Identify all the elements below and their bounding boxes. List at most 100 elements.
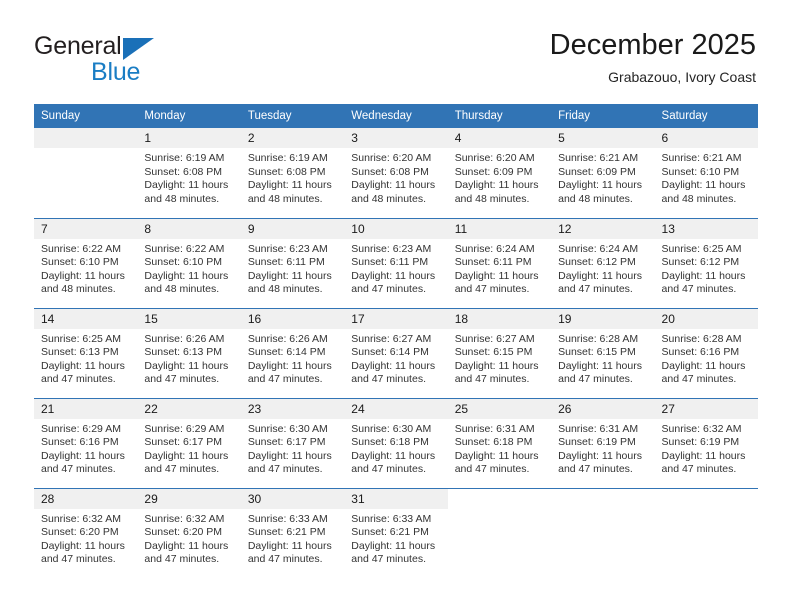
sunset-text: Sunset: 6:19 PM bbox=[661, 436, 740, 449]
sunset-text: Sunset: 6:13 PM bbox=[41, 346, 119, 359]
calendar-day-cell bbox=[447, 487, 552, 578]
page-subtitle: Grabazouo, Ivory Coast bbox=[608, 69, 756, 85]
calendar-day-cell[interactable]: 23 Sunrise: 6:30 AM Sunset: 6:17 PM Dayligh… bbox=[240, 397, 345, 488]
daylight-text: Daylight: 11 hours and 47 minutes. bbox=[144, 449, 229, 476]
day-details: Sunrise: 6:27 AM Sunset: 6:15 PM Daylight:… bbox=[448, 329, 551, 387]
daylight-text: Daylight: 11 hours and 47 minutes. bbox=[247, 539, 332, 566]
calendar-day-cell[interactable]: 27 Sunrise: 6:32 AM Sunset: 6:19 PM Dayligh… bbox=[654, 397, 758, 488]
sunset-text: Sunset: 6:15 PM bbox=[454, 346, 533, 359]
calendar-day-cell[interactable]: 15 Sunrise: 6:26 AM Sunset: 6:13 PM Dayligh… bbox=[137, 307, 241, 398]
sunrise-text: Sunrise: 6:22 AM bbox=[144, 242, 225, 255]
calendar-day-cell[interactable]: 25 Sunrise: 6:31 AM Sunset: 6:18 PM Dayligh… bbox=[447, 397, 552, 488]
sunset-text: Sunset: 6:14 PM bbox=[247, 346, 326, 359]
calendar-day-cell[interactable]: 12 Sunrise: 6:24 AM Sunset: 6:12 PM Dayligh… bbox=[551, 217, 655, 308]
calendar-day-cell bbox=[551, 487, 655, 578]
sunrise-text: Sunrise: 6:19 AM bbox=[144, 152, 225, 164]
day-number: 14 bbox=[34, 308, 138, 329]
day-details: Sunrise: 6:19 AM Sunset: 6:08 PM Daylight:… bbox=[137, 148, 240, 206]
daylight-text: Daylight: 11 hours and 47 minutes. bbox=[454, 449, 539, 476]
day-number: 28 bbox=[34, 488, 138, 509]
daylight-text: Daylight: 11 hours and 47 minutes. bbox=[351, 269, 436, 296]
calendar-day-cell[interactable]: 5 Sunrise: 6:21 AM Sunset: 6:09 PM Daylight… bbox=[551, 128, 655, 218]
calendar-grid: Sunday Monday Tuesday Wednesday Thursday… bbox=[34, 104, 758, 578]
day-number: 13 bbox=[654, 218, 758, 239]
day-number: 10 bbox=[344, 218, 448, 239]
day-number: 12 bbox=[551, 218, 655, 239]
sunrise-text: Sunrise: 6:22 AM bbox=[41, 242, 121, 255]
day-number: 17 bbox=[344, 308, 448, 329]
calendar-day-cell[interactable]: 28 Sunrise: 6:32 AM Sunset: 6:20 PM Dayligh… bbox=[34, 487, 138, 578]
calendar-day-cell[interactable]: 8 Sunrise: 6:22 AM Sunset: 6:10 PM Daylight… bbox=[137, 217, 241, 308]
daylight-text: Daylight: 11 hours and 47 minutes. bbox=[247, 359, 332, 386]
day-details: Sunrise: 6:22 AM Sunset: 6:10 PM Daylight:… bbox=[137, 239, 240, 297]
sunset-text: Sunset: 6:11 PM bbox=[454, 256, 532, 269]
calendar-day-cell[interactable]: 4 Sunrise: 6:20 AM Sunset: 6:09 PM Daylight… bbox=[447, 128, 552, 218]
day-details: Sunrise: 6:24 AM Sunset: 6:12 PM Daylight:… bbox=[551, 239, 654, 297]
calendar-day-cell[interactable]: 2 Sunrise: 6:19 AM Sunset: 6:08 PM Daylight… bbox=[240, 128, 345, 218]
sunrise-text: Sunrise: 6:27 AM bbox=[454, 332, 535, 345]
calendar-day-cell[interactable]: 29 Sunrise: 6:32 AM Sunset: 6:20 PM Dayligh… bbox=[137, 487, 241, 578]
weekday-header-tuesday: Tuesday bbox=[240, 104, 345, 128]
day-details: Sunrise: 6:29 AM Sunset: 6:17 PM Daylight:… bbox=[137, 419, 240, 477]
calendar-day-cell[interactable]: 14 Sunrise: 6:25 AM Sunset: 6:13 PM Dayligh… bbox=[34, 307, 138, 398]
calendar-day-cell[interactable]: 24 Sunrise: 6:30 AM Sunset: 6:18 PM Dayligh… bbox=[344, 397, 448, 488]
calendar-day-cell[interactable]: 3 Sunrise: 6:20 AM Sunset: 6:08 PM Daylight… bbox=[344, 128, 448, 218]
brand-logo[interactable]: General Blue bbox=[34, 32, 234, 88]
day-number: 24 bbox=[344, 398, 448, 419]
sunset-text: Sunset: 6:11 PM bbox=[247, 256, 325, 269]
day-details: Sunrise: 6:27 AM Sunset: 6:14 PM Daylight:… bbox=[344, 329, 447, 387]
calendar-week-row: 14 Sunrise: 6:25 AM Sunset: 6:13 PM Dayligh… bbox=[34, 307, 758, 398]
calendar-day-cell[interactable]: 1 Sunrise: 6:19 AM Sunset: 6:08 PM Daylight… bbox=[137, 128, 241, 218]
sunrise-text: Sunrise: 6:29 AM bbox=[41, 422, 121, 435]
calendar-day-cell[interactable]: 30 Sunrise: 6:33 AM Sunset: 6:21 PM Dayligh… bbox=[240, 487, 345, 578]
sunrise-text: Sunrise: 6:33 AM bbox=[351, 512, 432, 525]
calendar-day-cell[interactable]: 9 Sunrise: 6:23 AM Sunset: 6:11 PM Daylight… bbox=[240, 217, 345, 308]
calendar-body: 1 Sunrise: 6:19 AM Sunset: 6:08 PM Daylight… bbox=[34, 128, 758, 578]
sunset-text: Sunset: 6:18 PM bbox=[351, 436, 429, 449]
calendar-day-cell[interactable]: 22 Sunrise: 6:29 AM Sunset: 6:17 PM Dayligh… bbox=[137, 397, 241, 488]
calendar-day-cell[interactable]: 16 Sunrise: 6:26 AM Sunset: 6:14 PM Dayligh… bbox=[240, 307, 345, 398]
weekday-header-thursday: Thursday bbox=[447, 104, 552, 128]
calendar-day-cell[interactable]: 6 Sunrise: 6:21 AM Sunset: 6:10 PM Daylight… bbox=[654, 128, 758, 218]
sunrise-text: Sunrise: 6:27 AM bbox=[351, 332, 432, 345]
weekday-header-saturday: Saturday bbox=[654, 104, 758, 128]
day-number: 18 bbox=[447, 308, 552, 329]
calendar-day-cell[interactable]: 7 Sunrise: 6:22 AM Sunset: 6:10 PM Daylight… bbox=[34, 217, 138, 308]
daylight-text: Daylight: 11 hours and 47 minutes. bbox=[558, 269, 642, 296]
sunset-text: Sunset: 6:10 PM bbox=[41, 256, 119, 269]
triangle-icon bbox=[123, 38, 154, 60]
day-number: 8 bbox=[137, 218, 241, 239]
sunrise-text: Sunrise: 6:29 AM bbox=[144, 422, 225, 435]
sunrise-text: Sunrise: 6:24 AM bbox=[454, 242, 535, 255]
day-number: 23 bbox=[240, 398, 345, 419]
day-number: 16 bbox=[240, 308, 345, 329]
calendar-day-cell[interactable]: 31 Sunrise: 6:33 AM Sunset: 6:21 PM Dayligh… bbox=[344, 487, 448, 578]
sunset-text: Sunset: 6:12 PM bbox=[558, 256, 636, 269]
calendar-day-cell[interactable]: 20 Sunrise: 6:28 AM Sunset: 6:16 PM Dayligh… bbox=[654, 307, 758, 398]
calendar-day-cell[interactable]: 17 Sunrise: 6:27 AM Sunset: 6:14 PM Dayligh… bbox=[344, 307, 448, 398]
day-details: Sunrise: 6:26 AM Sunset: 6:13 PM Daylight:… bbox=[137, 329, 240, 387]
day-details: Sunrise: 6:29 AM Sunset: 6:16 PM Daylight:… bbox=[34, 419, 137, 477]
sunset-text: Sunset: 6:09 PM bbox=[454, 165, 533, 178]
sunset-text: Sunset: 6:18 PM bbox=[454, 436, 533, 449]
daylight-text: Daylight: 11 hours and 47 minutes. bbox=[144, 539, 229, 566]
sunrise-text: Sunrise: 6:31 AM bbox=[454, 422, 535, 435]
daylight-text: Daylight: 11 hours and 47 minutes. bbox=[661, 359, 746, 386]
day-number: 26 bbox=[551, 398, 655, 419]
day-number: 3 bbox=[344, 128, 448, 148]
sunset-text: Sunset: 6:20 PM bbox=[144, 526, 223, 539]
calendar-day-cell[interactable]: 18 Sunrise: 6:27 AM Sunset: 6:15 PM Dayligh… bbox=[447, 307, 552, 398]
calendar-day-cell[interactable]: 26 Sunrise: 6:31 AM Sunset: 6:19 PM Dayligh… bbox=[551, 397, 655, 488]
calendar-day-cell[interactable]: 11 Sunrise: 6:24 AM Sunset: 6:11 PM Dayligh… bbox=[447, 217, 552, 308]
daylight-text: Daylight: 11 hours and 47 minutes. bbox=[454, 359, 539, 386]
daylight-text: Daylight: 11 hours and 47 minutes. bbox=[351, 449, 436, 476]
calendar-day-cell[interactable]: 10 Sunrise: 6:23 AM Sunset: 6:11 PM Dayligh… bbox=[344, 217, 448, 308]
calendar-week-row: 1 Sunrise: 6:19 AM Sunset: 6:08 PM Daylight… bbox=[34, 128, 758, 218]
sunrise-text: Sunrise: 6:32 AM bbox=[41, 512, 121, 525]
sunset-text: Sunset: 6:08 PM bbox=[351, 165, 429, 178]
calendar-day-cell[interactable]: 21 Sunrise: 6:29 AM Sunset: 6:16 PM Dayligh… bbox=[34, 397, 138, 488]
calendar-day-cell bbox=[34, 128, 138, 218]
calendar-day-cell[interactable]: 19 Sunrise: 6:28 AM Sunset: 6:15 PM Dayligh… bbox=[551, 307, 655, 398]
day-details: Sunrise: 6:21 AM Sunset: 6:10 PM Daylight:… bbox=[655, 148, 758, 206]
calendar-day-cell[interactable]: 13 Sunrise: 6:25 AM Sunset: 6:12 PM Dayligh… bbox=[654, 217, 758, 308]
